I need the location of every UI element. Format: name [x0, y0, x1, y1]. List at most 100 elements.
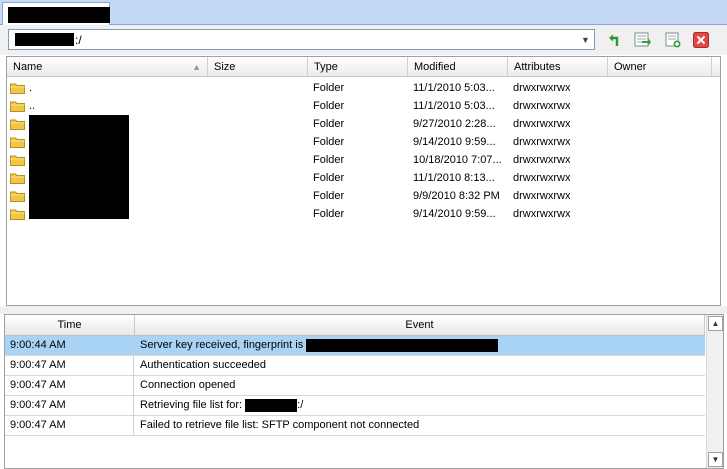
- column-size[interactable]: Size: [208, 57, 308, 77]
- path-suffix: :/: [75, 33, 82, 47]
- cell-type: Folder: [313, 82, 345, 94]
- event-text: Retrieving file list for:: [140, 399, 243, 411]
- file-list-header: Name ▲ Size Type Modified Attributes Own…: [7, 57, 720, 77]
- cell-type: Folder: [313, 190, 345, 202]
- log-event: Authentication succeeded: [135, 356, 266, 375]
- log-row[interactable]: 9:00:47 AM Retrieving file list for: :/: [5, 396, 705, 416]
- cell-name: ..: [29, 100, 36, 112]
- file-row[interactable]: .. Folder 11/1/2010 5:03... drwxrwxrwx: [7, 97, 720, 115]
- folder-icon: [10, 101, 25, 112]
- log-time: 9:00:47 AM: [5, 416, 134, 435]
- column-owner[interactable]: Owner: [608, 57, 712, 77]
- cell-modified: 9/14/2010 9:59...: [413, 208, 496, 220]
- cell-attributes: drwxrwxrwx: [513, 82, 571, 94]
- event-suffix: :/: [297, 399, 304, 411]
- folder-icon: [10, 209, 25, 220]
- cell-modified: 9/14/2010 9:59...: [413, 136, 496, 148]
- folder-icon: [10, 173, 25, 184]
- cell-attributes: drwxrwxrwx: [513, 172, 571, 184]
- event-text: Failed to retrieve file list: SFTP compo…: [140, 419, 420, 431]
- log-event: Retrieving file list for: :/: [135, 396, 303, 415]
- sync-button[interactable]: [633, 30, 653, 50]
- cell-modified: 9/27/2010 2:28...: [413, 118, 496, 130]
- sync-icon: [634, 32, 651, 47]
- log-row[interactable]: 9:00:47 AM Failed to retrieve file list: …: [5, 416, 705, 436]
- cell-type: Folder: [313, 172, 345, 184]
- new-tab-button[interactable]: [663, 30, 683, 50]
- log-time: 9:00:47 AM: [5, 376, 134, 395]
- cell-attributes: drwxrwxrwx: [513, 154, 571, 166]
- log-scrollbar[interactable]: ▲ ▼: [706, 315, 723, 468]
- column-attributes[interactable]: Attributes: [508, 57, 608, 77]
- tab-strip: [0, 0, 727, 25]
- scroll-down-icon[interactable]: ▼: [708, 452, 723, 467]
- cell-name: .: [29, 82, 33, 94]
- refresh-icon: [609, 34, 619, 46]
- column-label: Owner: [614, 61, 647, 73]
- event-text: Connection opened: [140, 379, 236, 391]
- event-text: Server key received, fingerprint is: [140, 339, 304, 351]
- column-label: Event: [405, 319, 434, 331]
- column-label: Attributes: [514, 61, 561, 73]
- log-time: 9:00:44 AM: [5, 336, 134, 355]
- column-type[interactable]: Type: [308, 57, 408, 77]
- column-label: Size: [214, 61, 236, 73]
- log-event: Failed to retrieve file list: SFTP compo…: [135, 416, 419, 435]
- cell-modified: 11/1/2010 5:03...: [413, 100, 495, 112]
- column-name[interactable]: Name ▲: [7, 57, 208, 77]
- cell-attributes: drwxrwxrwx: [513, 190, 571, 202]
- redacted-host: [15, 33, 74, 46]
- path-toolbar: :/ ▼: [0, 25, 727, 55]
- cell-type: Folder: [313, 136, 345, 148]
- file-row[interactable]: . Folder 11/1/2010 5:03... drwxrwxrwx: [7, 79, 720, 97]
- log-event: Connection opened: [135, 376, 235, 395]
- redacted-host: [8, 7, 110, 23]
- folder-icon: [10, 137, 25, 148]
- column-event[interactable]: Event: [135, 315, 705, 336]
- log-row[interactable]: 9:00:47 AM Authentication succeeded: [5, 356, 705, 376]
- log-header: Time Event: [5, 315, 705, 336]
- folder-icon: [10, 119, 25, 130]
- column-label: Type: [314, 61, 338, 73]
- column-label: Name: [13, 61, 43, 73]
- log-event: Server key received, fingerprint is: [135, 336, 499, 355]
- log-time: 9:00:47 AM: [5, 396, 134, 415]
- cell-attributes: drwxrwxrwx: [513, 100, 571, 112]
- splitter[interactable]: [0, 306, 727, 314]
- log-time: 9:00:47 AM: [5, 356, 134, 375]
- column-label: Modified: [414, 61, 456, 73]
- cell-modified: 10/18/2010 7:07...: [413, 154, 502, 166]
- redacted-folder-names: [29, 115, 129, 219]
- cell-type: Folder: [313, 208, 345, 220]
- cell-attributes: drwxrwxrwx: [513, 208, 571, 220]
- event-text: Authentication succeeded: [140, 359, 266, 371]
- path-combobox[interactable]: :/ ▼: [8, 29, 595, 50]
- scroll-up-icon[interactable]: ▲: [708, 316, 723, 331]
- session-tab[interactable]: [2, 2, 110, 25]
- cell-type: Folder: [313, 118, 345, 130]
- column-label: Time: [57, 319, 82, 331]
- chevron-down-icon[interactable]: ▼: [577, 30, 594, 49]
- folder-icon: [10, 191, 25, 202]
- event-log[interactable]: Time Event 9:00:44 AM Server key received…: [4, 314, 724, 469]
- close-button[interactable]: [691, 30, 711, 50]
- column-time[interactable]: Time: [5, 315, 135, 336]
- cell-modified: 9/9/2010 8:32 PM: [413, 190, 500, 202]
- log-row[interactable]: 9:00:44 AM Server key received, fingerpri…: [5, 336, 705, 356]
- log-row[interactable]: 9:00:47 AM Connection opened: [5, 376, 705, 396]
- remote-file-list[interactable]: Name ▲ Size Type Modified Attributes Own…: [6, 56, 721, 306]
- sort-ascending-icon: ▲: [192, 62, 201, 72]
- cell-modified: 11/1/2010 8:13...: [413, 172, 495, 184]
- close-icon: [693, 32, 709, 48]
- redacted-value: [306, 338, 499, 352]
- folder-icon: [10, 83, 25, 94]
- cell-type: Folder: [313, 100, 345, 112]
- refresh-button[interactable]: [605, 30, 625, 50]
- cell-attributes: drwxrwxrwx: [513, 136, 571, 148]
- cell-type: Folder: [313, 154, 345, 166]
- folder-icon: [10, 155, 25, 166]
- cell-modified: 11/1/2010 5:03...: [413, 82, 495, 94]
- new-tab-icon: [665, 32, 681, 48]
- redacted-value: [245, 398, 298, 412]
- column-modified[interactable]: Modified: [408, 57, 508, 77]
